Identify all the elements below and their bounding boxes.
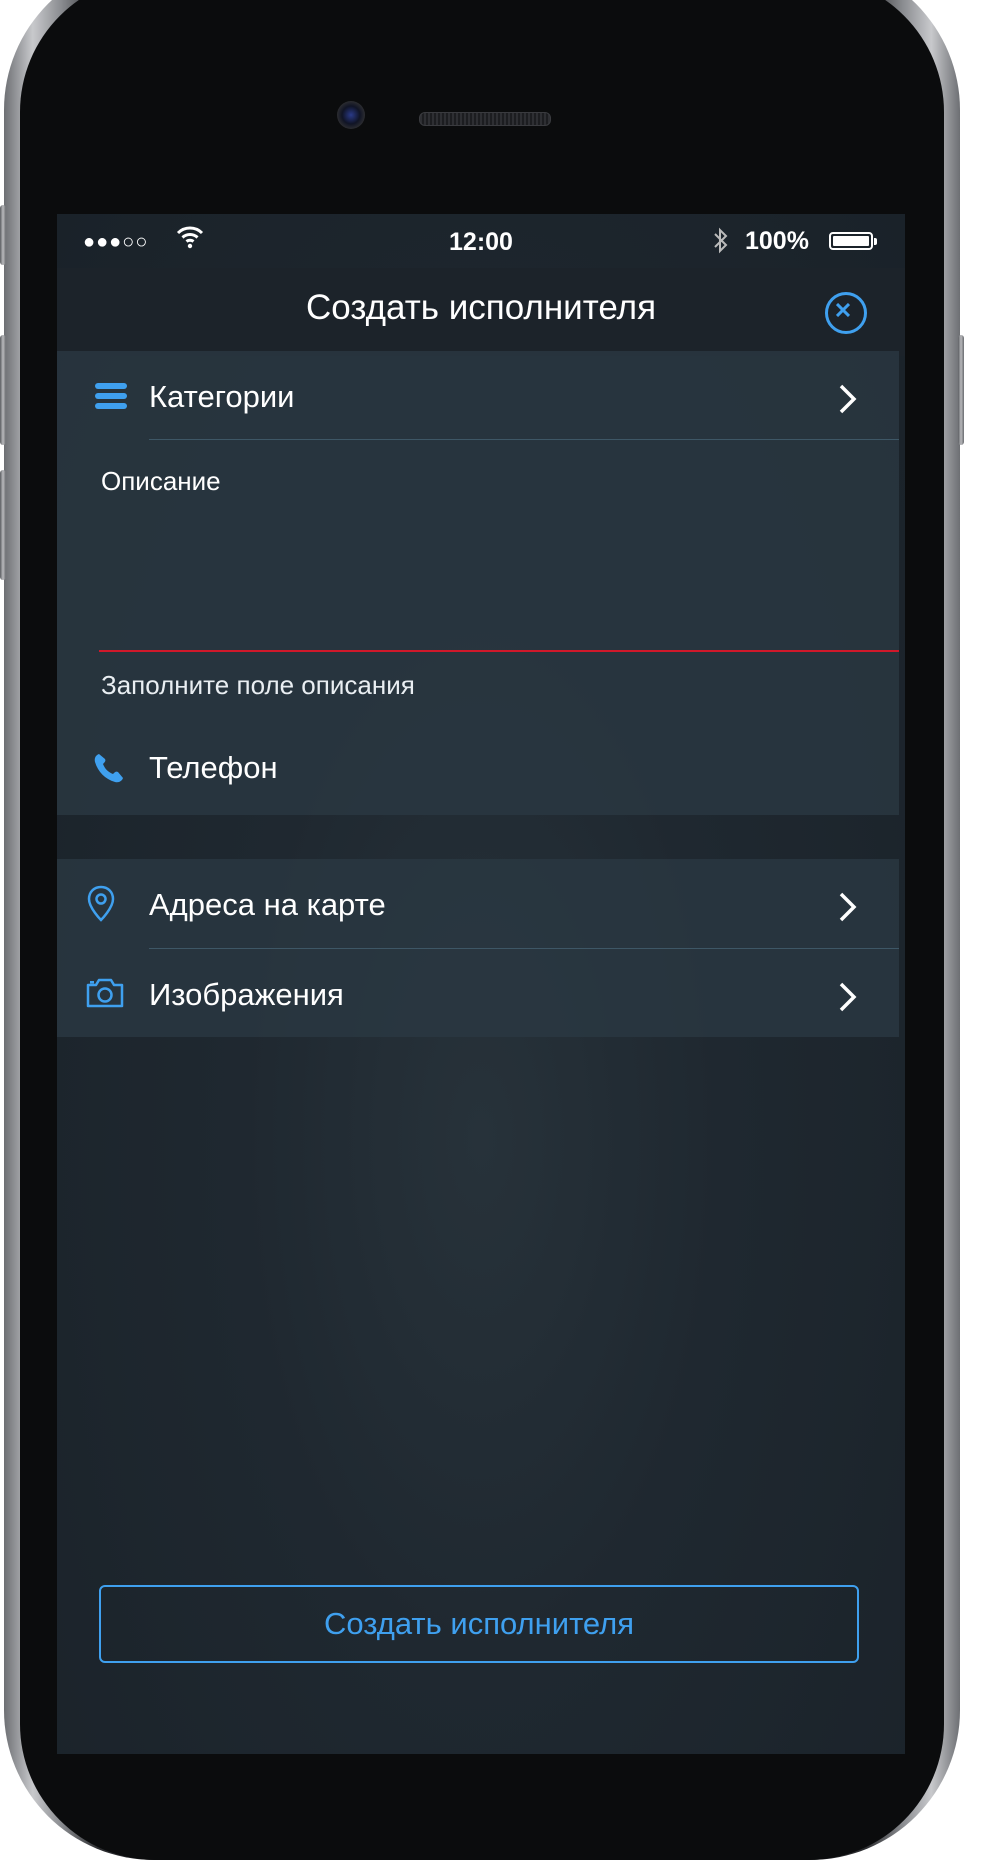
images-label: Изображения bbox=[149, 977, 344, 1012]
close-icon bbox=[836, 303, 850, 317]
app-screen: ●●●○○ 12:00 100% Создать исполнителя Кат… bbox=[57, 214, 905, 1754]
chevron-right-icon bbox=[838, 981, 858, 1018]
battery-icon bbox=[829, 232, 877, 250]
chevron-right-icon bbox=[838, 891, 858, 928]
phone-icon bbox=[93, 752, 125, 789]
categories-row[interactable]: Категории bbox=[57, 351, 899, 449]
description-error-message: Заполните поле описания bbox=[101, 670, 415, 700]
description-error-underline bbox=[99, 650, 899, 652]
camera-icon bbox=[85, 977, 125, 1014]
addresses-row[interactable]: Адреса на карте bbox=[57, 859, 899, 957]
mute-switch bbox=[0, 205, 6, 265]
close-button[interactable] bbox=[825, 292, 867, 334]
bluetooth-icon bbox=[711, 226, 731, 261]
front-camera bbox=[337, 101, 365, 129]
battery-percentage: 100% bbox=[745, 227, 809, 255]
categories-label: Категории bbox=[149, 379, 295, 414]
phone-row[interactable]: Телефон bbox=[57, 722, 899, 820]
menu-icon bbox=[95, 381, 127, 416]
images-row[interactable]: Изображения bbox=[57, 949, 899, 1047]
addresses-label: Адреса на карте bbox=[149, 887, 386, 922]
main-info-section: Категории Описание Заполните поле описан… bbox=[57, 351, 899, 726]
volume-up-button bbox=[0, 335, 6, 445]
earpiece-speaker bbox=[419, 112, 551, 126]
description-field[interactable]: Описание Заполните поле описания bbox=[57, 440, 899, 726]
description-label: Описание bbox=[101, 466, 221, 496]
navigation-bar: Создать исполнителя bbox=[57, 268, 905, 356]
volume-down-button bbox=[0, 470, 6, 580]
map-pin-icon bbox=[87, 885, 115, 928]
power-button bbox=[958, 335, 964, 445]
status-bar: ●●●○○ 12:00 100% bbox=[57, 214, 905, 268]
chevron-right-icon bbox=[838, 383, 858, 420]
create-performer-button[interactable]: Создать исполнителя bbox=[99, 1585, 859, 1663]
phone-label: Телефон bbox=[149, 750, 278, 785]
page-title: Создать исполнителя bbox=[305, 288, 657, 327]
phone-section: Телефон bbox=[57, 726, 899, 815]
extras-section: Адреса на карте Изображения bbox=[57, 859, 899, 1037]
